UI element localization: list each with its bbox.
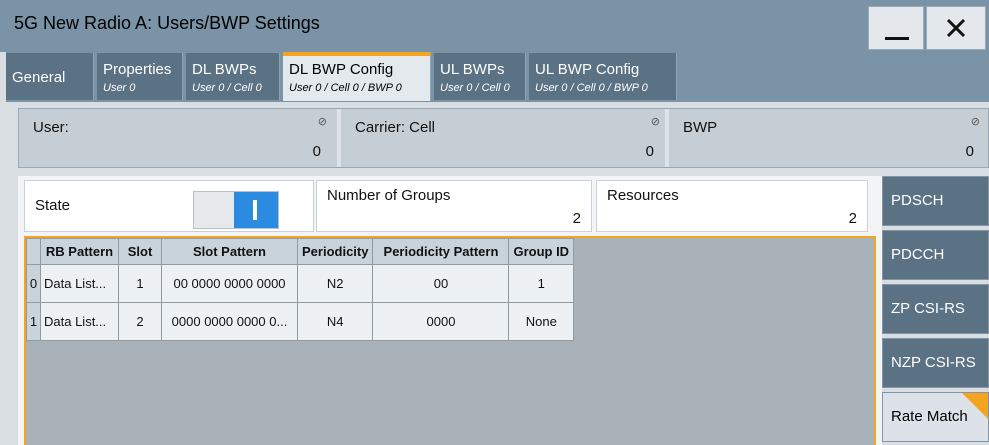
column-header[interactable]: Group ID [508,238,575,265]
carrier-info: Carrier: Cell ⊘ 0 [347,115,664,163]
sidebar-item-label: Rate Match [891,408,968,425]
tab-label: General [12,69,66,86]
rate-match-panel: State Number of Groups 2 Resources 2 RB … [18,176,882,445]
close-button[interactable] [926,6,986,50]
tab-label: DL BWPs [192,61,257,78]
divider [337,109,341,167]
bwp-info: BWP ⊘ 0 [675,115,984,163]
group-id-cell[interactable]: None [508,302,575,341]
group-id-cell[interactable]: 1 [508,264,575,303]
table-row[interactable]: 0 Data List... 1 00 0000 0000 0000 N2 00… [26,264,575,303]
slot-cell[interactable]: 2 [118,302,162,341]
channel-sidebar: PDSCH PDCCH ZP CSI-RS NZP CSI-RS Rate Ma… [882,176,989,445]
row-index: 1 [26,302,41,341]
tab-bar: General Properties User 0 DL BWPs User 0… [6,52,989,102]
sidebar-item-pdcch[interactable]: PDCCH [882,230,989,280]
column-header[interactable]: Slot Pattern [161,238,298,265]
sidebar-item-label: NZP CSI-RS [891,354,976,371]
table-header-row: RB Pattern Slot Slot Pattern Periodicity… [26,238,575,265]
column-header[interactable]: Periodicity Pattern [372,238,510,265]
resources-field[interactable]: Resources 2 [596,180,868,232]
sidebar-item-label: PDCCH [891,246,945,263]
tab-sublabel: User 0 / Cell 0 / BWP 0 [535,82,648,94]
tab-sublabel: User 0 [103,82,136,94]
toggle-on-icon [234,192,278,228]
resources-value: 2 [848,210,857,227]
carrier-value: 0 [645,143,654,160]
slot-pattern-cell[interactable]: 0000 0000 0000 0... [161,302,298,341]
tab-label: UL BWP Config [535,61,640,78]
resources-label: Resources [607,187,679,204]
tab-properties[interactable]: Properties User 0 [97,53,183,100]
bwp-label: BWP [683,119,718,136]
rb-pattern-cell[interactable]: Data List... [40,264,119,303]
user-label: User: [33,119,69,136]
user-info: User: ⊘ 0 [25,115,331,163]
sidebar-item-label: PDSCH [891,192,944,209]
bwp-value: 0 [965,143,974,160]
minimize-icon [885,37,909,40]
link-icon: ⊘ [970,116,980,128]
window-title: 5G New Radio A: Users/BWP Settings [14,13,320,33]
column-header[interactable]: Periodicity [296,238,374,265]
sidebar-item-nzp-csi-rs[interactable]: NZP CSI-RS [882,338,989,388]
row-index-header [26,238,41,265]
groups-label: Number of Groups [327,187,451,204]
tab-label: Properties [103,61,172,78]
sidebar-item-pdsch[interactable]: PDSCH [882,176,989,226]
tab-ul-bwp-config[interactable]: UL BWP Config User 0 / Cell 0 / BWP 0 [529,53,677,100]
number-of-groups-field[interactable]: Number of Groups 2 [316,180,592,232]
periodicity-cell[interactable]: N4 [296,302,374,341]
rate-match-table: RB Pattern Slot Slot Pattern Periodicity… [26,238,575,341]
state-toggle[interactable] [193,191,279,229]
minimize-button[interactable] [868,6,924,50]
rb-pattern-cell[interactable]: Data List... [40,302,119,341]
context-info-bar: User: ⊘ 0 Carrier: Cell ⊘ 0 BWP ⊘ 0 [18,108,989,168]
tab-sublabel: User 0 / Cell 0 / BWP 0 [289,82,402,94]
sidebar-item-rate-match[interactable]: Rate Match [882,392,989,442]
link-icon: ⊘ [650,116,660,128]
close-icon [946,18,966,38]
tab-label: DL BWP Config [289,61,394,78]
column-header[interactable]: RB Pattern [40,238,119,265]
user-value: 0 [312,143,321,160]
column-header[interactable]: Slot [118,238,162,265]
tab-label: UL BWPs [440,61,505,78]
carrier-label: Carrier: Cell [355,119,436,136]
tab-dl-bwp-config[interactable]: DL BWP Config User 0 / Cell 0 / BWP 0 [283,52,431,101]
periodicity-pattern-cell[interactable]: 0000 [372,302,510,341]
row-index: 0 [26,264,41,303]
sidebar-item-label: ZP CSI-RS [891,300,965,317]
sidebar-item-zp-csi-rs[interactable]: ZP CSI-RS [882,284,989,334]
tab-sublabel: User 0 / Cell 0 [192,82,262,94]
periodicity-cell[interactable]: N2 [296,264,374,303]
groups-value: 2 [572,210,581,227]
divider [665,109,669,167]
slot-cell[interactable]: 1 [118,264,162,303]
slot-pattern-cell[interactable]: 00 0000 0000 0000 [161,264,298,303]
title-bar: 5G New Radio A: Users/BWP Settings [0,0,989,52]
tab-sublabel: User 0 / Cell 0 [440,82,510,94]
tab-ul-bwps[interactable]: UL BWPs User 0 / Cell 0 [434,53,526,100]
rate-match-table-frame: RB Pattern Slot Slot Pattern Periodicity… [24,236,876,445]
table-row[interactable]: 1 Data List... 2 0000 0000 0000 0... N4 … [26,302,575,341]
state-label: State [35,197,71,214]
state-field: State [24,180,314,232]
tab-general[interactable]: General [6,53,94,100]
link-icon: ⊘ [317,116,327,128]
periodicity-pattern-cell[interactable]: 00 [372,264,510,303]
tab-dl-bwps[interactable]: DL BWPs User 0 / Cell 0 [186,53,280,100]
